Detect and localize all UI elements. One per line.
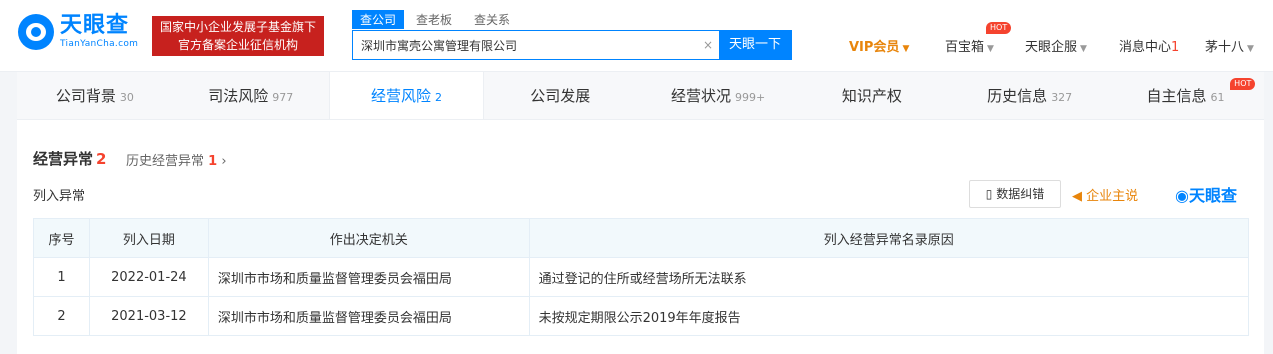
col-header-date: 列入日期 [88,218,209,258]
tab-judicial-risk[interactable]: 司法风险 977 [173,72,329,119]
search-tab-company[interactable]: 查公司 [352,10,405,29]
tab-operating-status[interactable]: 经营状况 999+ [640,72,796,119]
section-title: 经营异常 2 [33,150,107,168]
vip-menu[interactable]: VIP会员 ▼ [849,36,909,55]
cell-index: 1 [33,257,90,297]
table-header-row: 序号 列入日期 作出决定机关 列入经营异常名录原因 [33,218,1250,258]
category-tabs: 公司背景 30 司法风险 977 经营风险 2 公司发展 经营状况 999+ 知识产权 … [17,72,1264,120]
tab-self-info[interactable]: 自主信息 61 HOT [1108,72,1264,119]
tab-intellectual-property[interactable]: 知识产权 [796,72,952,119]
abnormal-table: 序号 列入日期 作出决定机关 列入经营异常名录原因 1 2022-01-24 深… [33,218,1250,336]
official-badge: 国家中小企业发展子基金旗下 官方备案企业征信机构 [152,16,324,56]
search-box: × 天眼一下 [352,30,792,60]
message-count: 1 [1171,40,1180,55]
user-menu[interactable]: 茅十八 ▼ [1205,36,1254,55]
toolbox-menu[interactable]: 百宝箱 ▼ [945,36,994,55]
hot-badge: HOT [1230,78,1256,90]
col-header-index: 序号 [33,218,90,258]
cell-reason: 通过登记的住所或经营场所无法联系 [528,257,1250,297]
cell-index: 2 [33,296,90,336]
cell-authority[interactable]: 深圳市市场和质量监督管理委员会福田局 [207,296,530,336]
history-abnormal-link[interactable]: 历史经营异常 1 › [126,150,227,169]
cell-date: 2021-03-12 [88,296,209,336]
enterprise-menu[interactable]: 天眼企服 ▼ [1025,36,1087,55]
data-correction-button[interactable]: ▯ 数据纠错 [969,180,1061,208]
tab-operating-risk[interactable]: 经营风险 2 [328,72,485,119]
caret-down-icon: ▼ [1247,44,1254,54]
tab-history-info[interactable]: 历史信息 327 [952,72,1108,119]
site-logo[interactable]: 天眼查 TianYanCha.com [18,14,138,50]
caret-down-icon: ▼ [1080,44,1087,54]
tab-company-background[interactable]: 公司背景 30 [17,72,173,119]
message-center[interactable]: 消息中心1 [1119,36,1179,55]
owner-say-button[interactable]: ◀ 企业主说 [1072,185,1138,204]
chevron-right-icon: › [221,154,227,169]
logo-title: 天眼查 [60,13,130,38]
caret-down-icon: ▼ [987,44,994,54]
logo-domain: TianYanCha.com [60,39,139,49]
section-count: 2 [96,150,107,168]
search-type-tabs: 查公司 查老板 查关系 [352,10,532,29]
col-header-authority: 作出决定机关 [207,218,530,258]
main-panel: 公司背景 30 司法风险 977 经营风险 2 公司发展 经营状况 999+ 知识产权 … [17,72,1264,354]
table-row: 2 2021-03-12 深圳市市场和质量监督管理委员会福田局 未按规定期限公示… [33,296,1250,336]
cell-reason: 未按规定期限公示2019年年度报告 [528,296,1250,336]
clear-icon[interactable]: × [697,31,719,59]
cell-authority[interactable]: 深圳市市场和质量监督管理委员会福田局 [207,257,530,297]
brand-watermark: ◉天眼查 [1175,186,1237,205]
megaphone-icon: ◀ [1072,189,1082,204]
col-header-reason: 列入经营异常名录原因 [528,218,1250,258]
top-header: 天眼查 TianYanCha.com 国家中小企业发展子基金旗下 官方备案企业征… [0,0,1273,72]
search-tab-relation[interactable]: 查关系 [474,10,510,29]
table-row: 1 2022-01-24 深圳市市场和质量监督管理委员会福田局 通过登记的住所或… [33,257,1250,297]
caret-down-icon: ▼ [902,44,910,54]
logo-eye-icon: ◉ [1175,186,1189,205]
document-icon: ▯ [985,187,993,201]
sub-title: 列入异常 [33,189,86,204]
logo-eye-icon [18,14,54,50]
tab-company-development[interactable]: 公司发展 [484,72,640,119]
cell-date: 2022-01-24 [88,257,209,297]
search-button[interactable]: 天眼一下 [719,31,791,59]
search-tab-boss[interactable]: 查老板 [416,10,452,29]
hot-badge: HOT [986,22,1012,34]
search-input[interactable] [353,31,697,59]
